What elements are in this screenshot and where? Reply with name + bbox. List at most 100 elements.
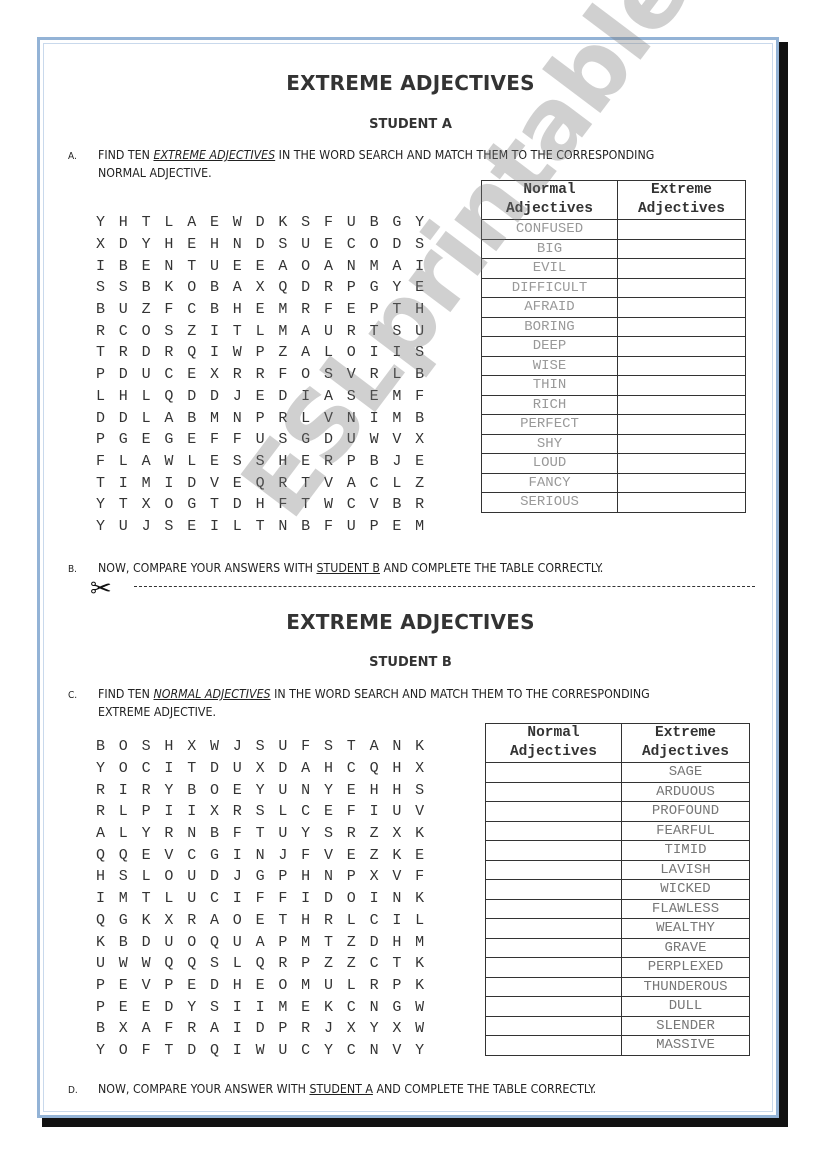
grid-letter[interactable]: G	[187, 496, 210, 513]
grid-letter[interactable]: Q	[96, 912, 119, 929]
grid-letter[interactable]: E	[392, 518, 415, 535]
grid-letter[interactable]: J	[142, 518, 165, 535]
grid-letter[interactable]: J	[278, 847, 301, 864]
grid-letter[interactable]: P	[96, 366, 119, 383]
grid-letter[interactable]: E	[256, 388, 279, 405]
grid-letter[interactable]: K	[324, 999, 347, 1016]
extreme-adjective-answer-cell[interactable]	[617, 355, 746, 376]
grid-letter[interactable]: W	[142, 955, 165, 972]
grid-letter[interactable]: P	[96, 431, 119, 448]
grid-letter[interactable]: Y	[142, 236, 165, 253]
grid-letter[interactable]: F	[164, 301, 187, 318]
grid-letter[interactable]: Z	[370, 825, 393, 842]
grid-letter[interactable]: I	[210, 344, 233, 361]
grid-letter[interactable]: E	[256, 977, 279, 994]
grid-letter[interactable]: L	[119, 453, 142, 470]
grid-letter[interactable]: E	[187, 518, 210, 535]
grid-letter[interactable]: X	[142, 496, 165, 513]
grid-letter[interactable]: I	[392, 912, 415, 929]
grid-letter[interactable]: O	[210, 782, 233, 799]
grid-letter[interactable]: E	[187, 366, 210, 383]
grid-letter[interactable]: Q	[187, 344, 210, 361]
grid-letter[interactable]: W	[415, 999, 438, 1016]
grid-letter[interactable]: R	[370, 366, 393, 383]
grid-letter[interactable]: R	[96, 803, 119, 820]
grid-letter[interactable]: C	[347, 999, 370, 1016]
grid-letter[interactable]: L	[164, 214, 187, 231]
grid-letter[interactable]: X	[256, 760, 279, 777]
extreme-adjective-answer-cell[interactable]	[617, 238, 746, 259]
grid-letter[interactable]: P	[164, 977, 187, 994]
grid-letter[interactable]: I	[233, 999, 256, 1016]
normal-adjective-answer-cell[interactable]	[485, 937, 622, 958]
grid-letter[interactable]: D	[324, 890, 347, 907]
grid-letter[interactable]: P	[278, 868, 301, 885]
grid-letter[interactable]: I	[210, 323, 233, 340]
grid-letter[interactable]: S	[119, 279, 142, 296]
grid-letter[interactable]: F	[278, 890, 301, 907]
grid-letter[interactable]: V	[392, 868, 415, 885]
grid-letter[interactable]: T	[187, 258, 210, 275]
grid-letter[interactable]: P	[278, 1020, 301, 1037]
grid-letter[interactable]: U	[164, 934, 187, 951]
grid-letter[interactable]: P	[392, 977, 415, 994]
grid-letter[interactable]: R	[347, 825, 370, 842]
grid-letter[interactable]: V	[142, 977, 165, 994]
grid-letter[interactable]: R	[324, 453, 347, 470]
grid-letter[interactable]: S	[142, 738, 165, 755]
grid-letter[interactable]: A	[347, 475, 370, 492]
grid-letter[interactable]: D	[119, 236, 142, 253]
grid-letter[interactable]: O	[233, 912, 256, 929]
grid-letter[interactable]: V	[324, 410, 347, 427]
grid-letter[interactable]: Q	[256, 955, 279, 972]
grid-letter[interactable]: T	[210, 496, 233, 513]
grid-letter[interactable]: F	[324, 214, 347, 231]
grid-letter[interactable]: Y	[142, 825, 165, 842]
grid-letter[interactable]: R	[324, 279, 347, 296]
grid-letter[interactable]: U	[233, 934, 256, 951]
grid-letter[interactable]: B	[415, 410, 438, 427]
grid-letter[interactable]: U	[301, 236, 324, 253]
grid-letter[interactable]: E	[119, 977, 142, 994]
grid-letter[interactable]: B	[142, 279, 165, 296]
grid-letter[interactable]: R	[278, 955, 301, 972]
grid-letter[interactable]: Q	[119, 847, 142, 864]
grid-letter[interactable]: M	[415, 934, 438, 951]
grid-letter[interactable]: N	[347, 410, 370, 427]
grid-letter[interactable]: D	[164, 999, 187, 1016]
grid-letter[interactable]: N	[370, 1042, 393, 1059]
grid-letter[interactable]: W	[164, 453, 187, 470]
grid-letter[interactable]: A	[370, 738, 393, 755]
grid-letter[interactable]: Q	[370, 760, 393, 777]
grid-letter[interactable]: H	[119, 388, 142, 405]
grid-letter[interactable]: E	[415, 453, 438, 470]
grid-letter[interactable]: G	[392, 214, 415, 231]
grid-letter[interactable]: F	[301, 847, 324, 864]
grid-letter[interactable]: R	[415, 496, 438, 513]
grid-letter[interactable]: F	[415, 868, 438, 885]
grid-letter[interactable]: L	[392, 366, 415, 383]
grid-letter[interactable]: K	[164, 279, 187, 296]
grid-letter[interactable]: I	[370, 344, 393, 361]
grid-letter[interactable]: E	[142, 999, 165, 1016]
grid-letter[interactable]: U	[187, 890, 210, 907]
grid-letter[interactable]: P	[347, 279, 370, 296]
grid-letter[interactable]: S	[415, 782, 438, 799]
grid-letter[interactable]: F	[278, 366, 301, 383]
grid-letter[interactable]: O	[119, 760, 142, 777]
grid-letter[interactable]: R	[233, 366, 256, 383]
grid-letter[interactable]: R	[164, 344, 187, 361]
grid-letter[interactable]: C	[347, 236, 370, 253]
grid-letter[interactable]: H	[415, 301, 438, 318]
grid-letter[interactable]: A	[256, 934, 279, 951]
extreme-adjective-answer-cell[interactable]	[617, 219, 746, 240]
grid-letter[interactable]: P	[256, 344, 279, 361]
grid-letter[interactable]: L	[119, 803, 142, 820]
grid-letter[interactable]: M	[370, 258, 393, 275]
grid-letter[interactable]: B	[370, 453, 393, 470]
grid-letter[interactable]: P	[370, 518, 393, 535]
grid-letter[interactable]: Q	[210, 1042, 233, 1059]
grid-letter[interactable]: I	[233, 847, 256, 864]
grid-letter[interactable]: F	[347, 803, 370, 820]
grid-letter[interactable]: Y	[96, 760, 119, 777]
